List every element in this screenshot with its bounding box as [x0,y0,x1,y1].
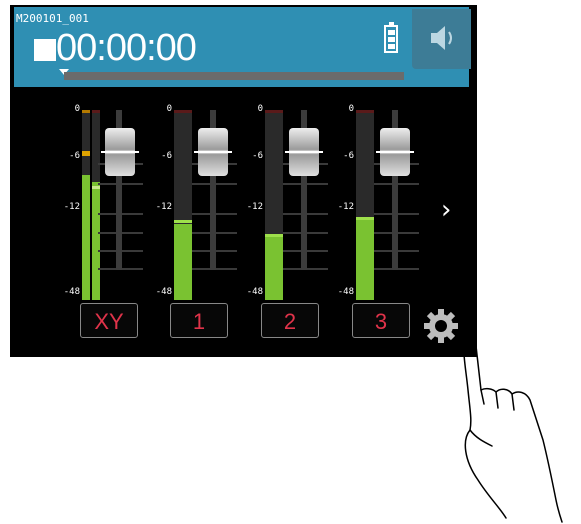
db-label-0: 0 [348,104,354,114]
db-label-m6: -6 [252,151,263,161]
db-label-m48: -48 [246,287,263,297]
channel-button-2[interactable]: 2 [261,303,319,338]
db-label-m6: -6 [161,151,172,161]
file-name: M200101_001 [16,12,89,25]
db-label-m6: -6 [343,151,354,161]
db-label-0: 0 [166,104,172,114]
channel-strip-2: 0 -6 -12 -48 [241,100,331,300]
status-header: M200101_001 00:00:00 [14,7,471,87]
db-label-m12: -12 [246,202,263,212]
channel-strip-3: 0 -6 -12 -48 [332,100,422,300]
db-label-0: 0 [74,104,80,114]
db-label-m48: -48 [63,287,80,297]
db-label-m12: -12 [155,202,172,212]
channel-button-xy[interactable]: XY [80,303,138,338]
db-label-m12: -12 [63,202,80,212]
stop-icon [34,39,56,61]
channel-button-3[interactable]: 3 [352,303,410,338]
chevron-right-icon[interactable]: › [441,195,451,225]
db-label-m12: -12 [337,202,354,212]
speaker-icon [431,26,452,50]
device-screen: M200101_001 00:00:00 0 -6 -12 -48 0 -6 -… [10,5,477,357]
hand-pointer-icon [463,337,563,523]
db-label-m48: -48 [155,287,172,297]
channel-button-1[interactable]: 1 [170,303,228,338]
fader-knob-2[interactable] [285,128,323,176]
db-label-m48: -48 [337,287,354,297]
level-meter-1 [174,110,192,300]
level-meter-2 [265,110,283,300]
db-label-m6: -6 [69,151,80,161]
battery-icon [384,22,398,53]
fader-knob-xy[interactable] [101,128,139,176]
speaker-button[interactable] [412,9,471,69]
fader-knob-3[interactable] [376,128,414,176]
level-meter-xy-left [82,110,90,300]
fader-knob-1[interactable] [194,128,232,176]
timecode: 00:00:00 [56,27,197,69]
level-meter-3 [356,110,374,300]
channel-strip-1: 0 -6 -12 -48 [150,100,240,300]
db-label-0: 0 [257,104,263,114]
progress-bar[interactable] [64,72,404,80]
